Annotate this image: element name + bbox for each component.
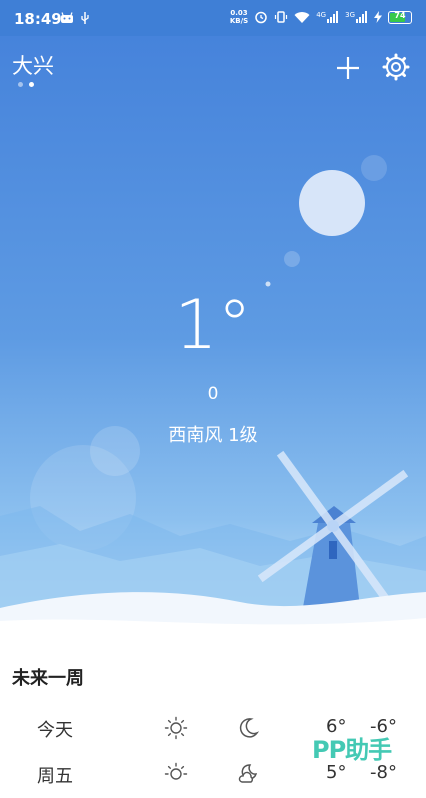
net-speed-value: 0.03	[230, 9, 248, 17]
current-secondary-value: 0	[207, 384, 219, 404]
wifi-icon	[294, 11, 310, 23]
vibrate-icon	[275, 11, 288, 23]
usb-icon	[81, 12, 89, 24]
forecast-row-friday[interactable]: 周五 5° -8°	[0, 762, 426, 798]
signal-4g-label: 4G	[316, 11, 327, 19]
add-city-button[interactable]	[334, 54, 362, 82]
bubble-decoration	[361, 155, 387, 181]
city-name[interactable]: 大兴	[12, 50, 54, 80]
signal-bars-icon	[327, 11, 339, 23]
sun-illustration	[299, 170, 365, 236]
cloudy-moon-icon	[238, 764, 258, 783]
sun-icon	[164, 716, 188, 740]
battery-percent: 74	[394, 10, 406, 20]
moon-icon	[239, 718, 260, 738]
day-label: 周五	[37, 766, 73, 787]
signal-bars-icon	[356, 11, 367, 23]
bubble-decoration	[284, 251, 300, 267]
watermark-logo: PP助手	[312, 736, 392, 764]
battery-icon: 74	[388, 10, 412, 24]
page-indicator	[18, 82, 34, 87]
page-dot	[18, 82, 23, 87]
status-bar: 18:49 0.03 KB/S 4G 3G 74	[0, 0, 426, 36]
charging-icon	[374, 11, 382, 23]
high-temp: 5°	[326, 762, 347, 783]
settings-gear-icon[interactable]	[381, 52, 411, 82]
status-left-icons	[60, 11, 90, 25]
page-dot-active	[29, 82, 34, 87]
status-right-icons: 0.03 KB/S 4G 3G 74	[230, 9, 412, 25]
day-label: 今天	[37, 720, 73, 741]
net-speed-unit: KB/S	[229, 17, 249, 25]
low-temp: -8°	[370, 762, 397, 783]
week-title: 未来一周	[12, 668, 84, 689]
status-time: 18:49	[14, 10, 62, 28]
net-speed: 0.03 KB/S	[230, 9, 248, 25]
signal-4g: 4G	[316, 11, 339, 23]
alarm-icon	[255, 11, 267, 24]
wind-info: 西南风 1级	[168, 425, 258, 446]
signal-3g-label: 3G	[345, 11, 355, 19]
current-temperature: 1°	[174, 286, 252, 365]
android-icon	[61, 12, 73, 23]
sun-icon	[164, 762, 188, 780]
bubble-decoration	[265, 281, 271, 287]
signal-3g: 3G	[345, 11, 368, 23]
weather-hero: 大兴 1° 0 西南风 1级	[0, 36, 426, 640]
